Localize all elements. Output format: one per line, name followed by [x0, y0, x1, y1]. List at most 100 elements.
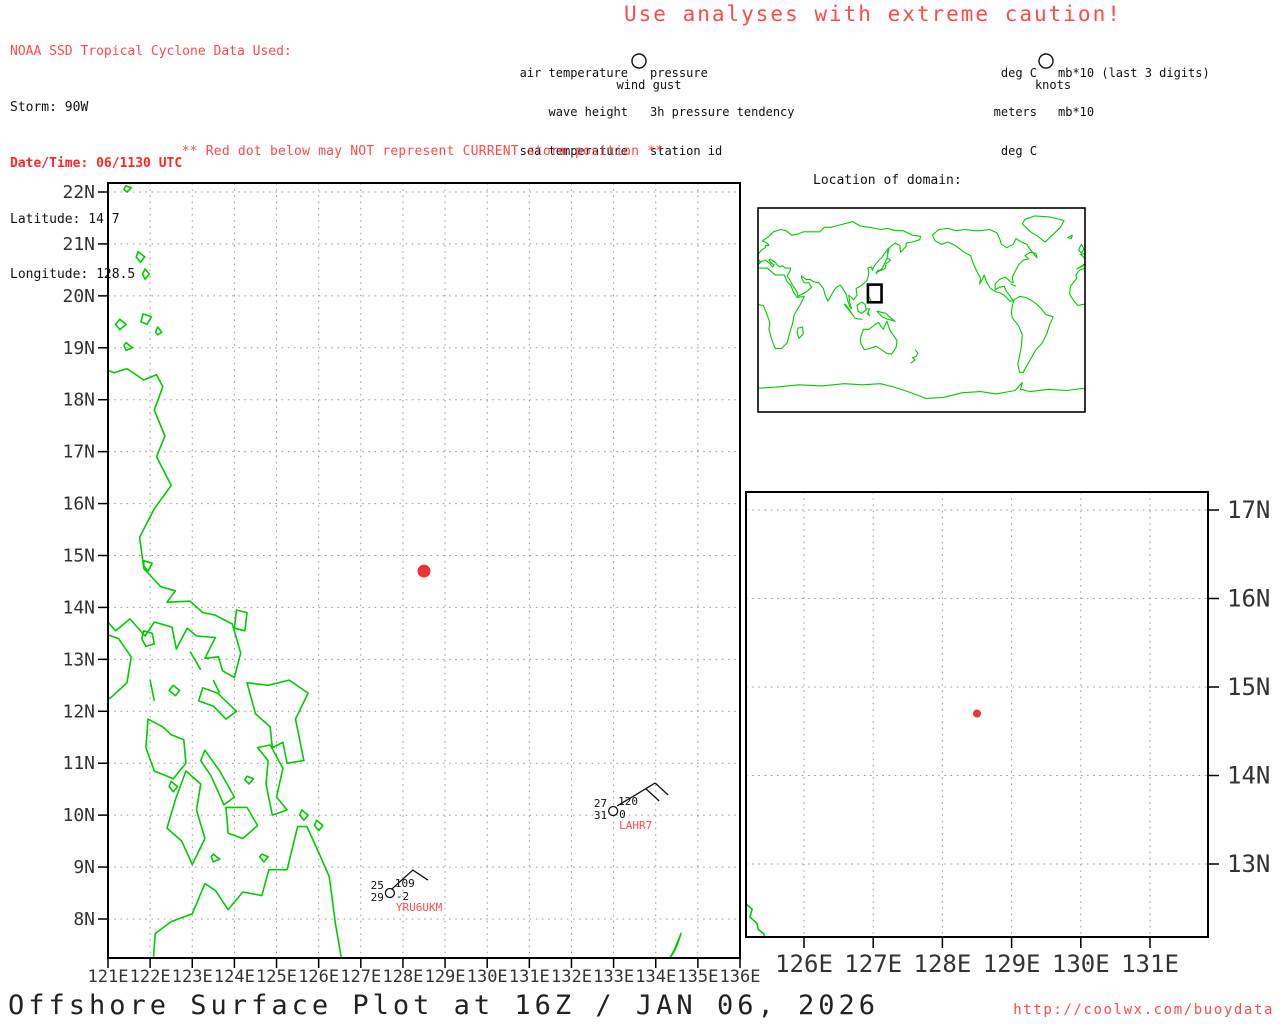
coastline — [168, 684, 181, 697]
coastline — [246, 679, 309, 764]
world-coastline — [684, 296, 726, 372]
source-url: http://coolwx.com/buoydata — [1013, 1002, 1274, 1018]
world-coastline — [1181, 318, 1189, 319]
wind-barb — [654, 782, 669, 796]
world-coastline — [540, 290, 545, 304]
domain-map-title: Location of domain: — [813, 173, 962, 188]
unit-mb10: mb*10 — [1058, 105, 1095, 119]
lon-tick-label: 126E — [298, 967, 339, 987]
coastline — [258, 853, 269, 863]
units-legend-circle — [1038, 53, 1054, 69]
station-pressure: 120 — [618, 795, 638, 808]
world-coastline — [1084, 387, 1085, 389]
world-coastline — [1214, 249, 1216, 258]
coastline — [145, 718, 187, 780]
world-coastline — [758, 267, 805, 350]
world-coastline — [910, 349, 919, 364]
station-circle — [384, 887, 396, 899]
lon-tick-label: 130E — [1052, 950, 1110, 978]
lon-tick-label: 126E — [775, 950, 833, 978]
coastline — [149, 679, 156, 702]
lat-tick-label: 11N — [62, 753, 95, 774]
coastline — [225, 806, 259, 840]
lon-tick-label: 136E — [720, 967, 761, 987]
world-coastline — [1076, 252, 1085, 270]
world-coastline — [758, 388, 759, 389]
coastline — [256, 744, 288, 816]
lon-tick-label: 131E — [1121, 950, 1179, 978]
units-legend-right: mb*10 (last 3 digits) mb*10 — [1058, 41, 1210, 145]
world-coastline — [1188, 321, 1224, 354]
world-coastline — [752, 244, 758, 253]
inset-map-tick-labels: 126E 127E 128E 129E 130E 131E 17N 16N 15N 14N 13N — [775, 496, 1270, 978]
world-coastline — [1010, 283, 1017, 287]
world-coastline — [1021, 215, 1065, 243]
legend-pressure-tendency: 3h pressure tendency — [650, 105, 795, 119]
world-coastline — [758, 381, 1085, 399]
legend-wave-height: wave height — [548, 105, 628, 119]
coastline — [108, 634, 132, 700]
lat-tick-label: 15N — [62, 546, 95, 567]
lon-tick-label: 121E — [88, 967, 129, 987]
station-model-legend-left: air temperature wave height sea temperat… — [458, 41, 628, 184]
plot-title: Offshore Surface Plot at 16Z / JAN 06, 2… — [8, 990, 879, 1021]
caution-banner: Use analyses with extreme caution! — [624, 2, 1122, 26]
world-coastline — [1204, 311, 1222, 321]
storm-position-warning: ** Red dot below may NOT represent CURRE… — [181, 144, 664, 159]
station-model-legend-right: pressure 3h pressure tendency station id — [650, 41, 795, 184]
world-coastline — [1238, 350, 1245, 364]
station-circle — [608, 805, 619, 817]
world-coastline — [684, 284, 690, 286]
tc-info-block: NOAA SSD Tropical Cyclone Data Used: Sto… — [10, 6, 292, 322]
lat-tick-label: 16N — [1227, 585, 1270, 613]
units-legend-left: deg C meters deg C — [947, 41, 1037, 184]
world-coastline — [758, 221, 922, 310]
lat-tick-label: 9N — [73, 857, 95, 878]
coastline — [199, 749, 236, 806]
world-coastline — [1184, 302, 1193, 313]
lon-tick-label: 135E — [677, 967, 718, 987]
world-coastline — [530, 302, 539, 313]
world-coastline — [1124, 327, 1130, 338]
lon-tick-label: 130E — [467, 967, 508, 987]
world-coastline — [539, 309, 543, 316]
world-coastline — [416, 268, 478, 348]
world-map-coastlines — [416, 215, 1245, 399]
station-plot-yru6ukm: 2529109-2YRU6UKM — [371, 869, 443, 914]
world-coastline — [584, 350, 591, 364]
storm-dot-inset — [973, 709, 981, 718]
world-coastline — [931, 227, 1038, 302]
storm-dot-main — [417, 564, 431, 578]
coastline — [233, 609, 248, 632]
world-coastline — [1069, 267, 1085, 307]
world-coastline — [854, 317, 863, 320]
lat-tick-label: 18N — [62, 390, 95, 411]
lon-tick-label: 123E — [172, 967, 213, 987]
station-id: YRU6UKM — [396, 901, 443, 914]
station-sea-temp: 31 — [594, 809, 607, 822]
lon-tick-label: 124E — [214, 967, 255, 987]
lat-tick-label: 16N — [62, 494, 95, 515]
world-coastline — [796, 326, 804, 339]
station-pressure: 109 — [395, 877, 415, 890]
world-coastline — [1171, 304, 1181, 317]
world-coastline — [1194, 290, 1199, 304]
world-coastline — [605, 228, 710, 301]
world-coastline — [1203, 258, 1218, 274]
lon-tick-label: 128E — [914, 950, 972, 978]
lon-tick-label: 122E — [130, 967, 171, 987]
tc-info-latitude: Latitude: 14.7 — [10, 211, 120, 227]
lat-tick-label: 13N — [1227, 850, 1270, 878]
world-coastline — [1193, 309, 1197, 316]
coastline — [210, 853, 221, 863]
inset-map-coastlines — [746, 903, 766, 937]
lon-tick-label: 127E — [340, 967, 381, 987]
legend-air-temperature: air temperature — [519, 66, 628, 80]
legend-wind-gust: wind gust — [616, 78, 682, 92]
station-plot-lahr7: 27311200LAHR7 — [594, 782, 669, 832]
coastline — [746, 903, 766, 937]
lon-tick-label: 132E — [551, 967, 592, 987]
world-map-frame — [757, 207, 1086, 413]
unit-deg-c-sea: deg C — [1000, 144, 1037, 158]
world-coastline — [1010, 295, 1054, 373]
